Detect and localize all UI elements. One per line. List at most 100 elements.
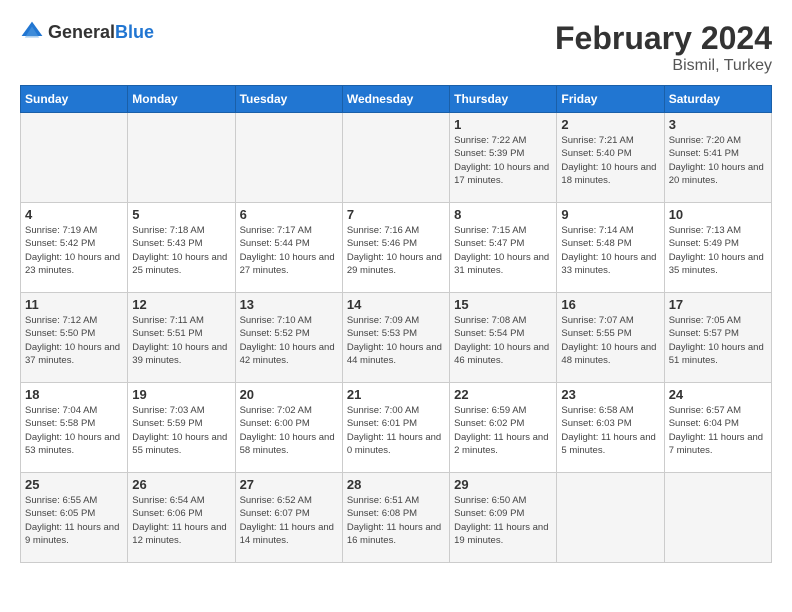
day-info: Sunrise: 7:14 AMSunset: 5:48 PMDaylight:…: [561, 224, 659, 277]
calendar-week-row: 11 Sunrise: 7:12 AMSunset: 5:50 PMDayligh…: [21, 293, 772, 383]
day-info: Sunrise: 6:54 AMSunset: 6:06 PMDaylight:…: [132, 494, 230, 547]
day-info: Sunrise: 6:51 AMSunset: 6:08 PMDaylight:…: [347, 494, 445, 547]
day-info: Sunrise: 7:04 AMSunset: 5:58 PMDaylight:…: [25, 404, 123, 457]
day-number: 11: [25, 297, 123, 312]
day-info: Sunrise: 6:57 AMSunset: 6:04 PMDaylight:…: [669, 404, 767, 457]
calendar-cell: 4Sunrise: 7:19 AMSunset: 5:42 PMDaylight…: [21, 203, 128, 293]
header-thursday: Thursday: [450, 86, 557, 113]
day-number: 26: [132, 477, 230, 492]
day-number: 21: [347, 387, 445, 402]
calendar-cell: 11 Sunrise: 7:12 AMSunset: 5:50 PMDayligh…: [21, 293, 128, 383]
calendar-cell: 12Sunrise: 7:11 AMSunset: 5:51 PMDayligh…: [128, 293, 235, 383]
calendar-table: SundayMondayTuesdayWednesdayThursdayFrid…: [20, 85, 772, 563]
calendar-week-row: 18 Sunrise: 7:04 AMSunset: 5:58 PMDayligh…: [21, 383, 772, 473]
header-saturday: Saturday: [664, 86, 771, 113]
calendar-cell: 21Sunrise: 7:00 AMSunset: 6:01 PMDayligh…: [342, 383, 449, 473]
header-tuesday: Tuesday: [235, 86, 342, 113]
main-title: February 2024: [555, 20, 772, 57]
calendar-cell: 28 Sunrise: 6:51 AMSunset: 6:08 PMDayligh…: [342, 473, 449, 563]
day-number: 20: [240, 387, 338, 402]
calendar-cell: [342, 113, 449, 203]
calendar-cell: 14Sunrise: 7:09 AMSunset: 5:53 PMDayligh…: [342, 293, 449, 383]
calendar-cell: [235, 113, 342, 203]
day-number: 22: [454, 387, 552, 402]
day-number: 6: [240, 207, 338, 222]
calendar-cell: [557, 473, 664, 563]
day-info: Sunrise: 7:16 AMSunset: 5:46 PMDaylight:…: [347, 224, 445, 277]
calendar-cell: 13 Sunrise: 7:10 AMSunset: 5:52 PMDayligh…: [235, 293, 342, 383]
calendar-cell: 2 Sunrise: 7:21 AMSunset: 5:40 PMDaylight…: [557, 113, 664, 203]
title-area: February 2024 Bismil, Turkey: [555, 20, 772, 75]
calendar-cell: 27 Sunrise: 6:52 AMSunset: 6:07 PMDayligh…: [235, 473, 342, 563]
header-wednesday: Wednesday: [342, 86, 449, 113]
day-info: Sunrise: 6:58 AMSunset: 6:03 PMDaylight:…: [561, 404, 659, 457]
day-info: Sunrise: 7:17 AMSunset: 5:44 PMDaylight:…: [240, 224, 338, 277]
calendar-cell: 20 Sunrise: 7:02 AMSunset: 6:00 PMDayligh…: [235, 383, 342, 473]
calendar-cell: 6 Sunrise: 7:17 AMSunset: 5:44 PMDaylight…: [235, 203, 342, 293]
calendar-cell: [128, 113, 235, 203]
day-number: 12: [132, 297, 230, 312]
day-number: 28: [347, 477, 445, 492]
day-info: Sunrise: 6:50 AMSunset: 6:09 PMDaylight:…: [454, 494, 552, 547]
day-number: 24: [669, 387, 767, 402]
day-number: 5: [132, 207, 230, 222]
day-number: 10: [669, 207, 767, 222]
calendar-cell: 18 Sunrise: 7:04 AMSunset: 5:58 PMDayligh…: [21, 383, 128, 473]
day-info: Sunrise: 6:52 AMSunset: 6:07 PMDaylight:…: [240, 494, 338, 547]
logo-general-text: General: [48, 22, 115, 42]
day-info: Sunrise: 6:55 AMSunset: 6:05 PMDaylight:…: [25, 494, 123, 547]
calendar-cell: 10 Sunrise: 7:13 AMSunset: 5:49 PMDayligh…: [664, 203, 771, 293]
day-number: 3: [669, 117, 767, 132]
day-info: Sunrise: 7:10 AMSunset: 5:52 PMDaylight:…: [240, 314, 338, 367]
logo: GeneralBlue: [20, 20, 154, 44]
calendar-cell: 16 Sunrise: 7:07 AMSunset: 5:55 PMDayligh…: [557, 293, 664, 383]
day-info: Sunrise: 7:05 AMSunset: 5:57 PMDaylight:…: [669, 314, 767, 367]
page-header: GeneralBlue February 2024 Bismil, Turkey: [20, 20, 772, 75]
day-info: Sunrise: 6:59 AMSunset: 6:02 PMDaylight:…: [454, 404, 552, 457]
day-number: 27: [240, 477, 338, 492]
calendar-cell: 24 Sunrise: 6:57 AMSunset: 6:04 PMDayligh…: [664, 383, 771, 473]
day-info: Sunrise: 7:19 AMSunset: 5:42 PMDaylight:…: [25, 224, 123, 277]
calendar-cell: 22 Sunrise: 6:59 AMSunset: 6:02 PMDayligh…: [450, 383, 557, 473]
day-number: 18: [25, 387, 123, 402]
calendar-week-row: 25 Sunrise: 6:55 AMSunset: 6:05 PMDayligh…: [21, 473, 772, 563]
header-sunday: Sunday: [21, 86, 128, 113]
day-info: Sunrise: 7:22 AMSunset: 5:39 PMDaylight:…: [454, 134, 552, 187]
day-number: 2: [561, 117, 659, 132]
day-number: 17: [669, 297, 767, 312]
calendar-cell: 3 Sunrise: 7:20 AMSunset: 5:41 PMDaylight…: [664, 113, 771, 203]
day-number: 9: [561, 207, 659, 222]
day-info: Sunrise: 7:15 AMSunset: 5:47 PMDaylight:…: [454, 224, 552, 277]
logo-blue-text: Blue: [115, 22, 154, 42]
calendar-cell: 17 Sunrise: 7:05 AMSunset: 5:57 PMDayligh…: [664, 293, 771, 383]
calendar-cell: 29Sunrise: 6:50 AMSunset: 6:09 PMDayligh…: [450, 473, 557, 563]
day-number: 8: [454, 207, 552, 222]
day-info: Sunrise: 7:13 AMSunset: 5:49 PMDaylight:…: [669, 224, 767, 277]
calendar-cell: 15Sunrise: 7:08 AMSunset: 5:54 PMDayligh…: [450, 293, 557, 383]
day-info: Sunrise: 7:08 AMSunset: 5:54 PMDaylight:…: [454, 314, 552, 367]
day-number: 25: [25, 477, 123, 492]
header-friday: Friday: [557, 86, 664, 113]
calendar-cell: 23 Sunrise: 6:58 AMSunset: 6:03 PMDayligh…: [557, 383, 664, 473]
calendar-cell: 19 Sunrise: 7:03 AMSunset: 5:59 PMDayligh…: [128, 383, 235, 473]
calendar-week-row: 1Sunrise: 7:22 AMSunset: 5:39 PMDaylight…: [21, 113, 772, 203]
day-info: Sunrise: 7:20 AMSunset: 5:41 PMDaylight:…: [669, 134, 767, 187]
day-info: Sunrise: 7:12 AMSunset: 5:50 PMDaylight:…: [25, 314, 123, 367]
day-info: Sunrise: 7:07 AMSunset: 5:55 PMDaylight:…: [561, 314, 659, 367]
day-info: Sunrise: 7:03 AMSunset: 5:59 PMDaylight:…: [132, 404, 230, 457]
day-number: 13: [240, 297, 338, 312]
calendar-cell: 5Sunrise: 7:18 AMSunset: 5:43 PMDaylight…: [128, 203, 235, 293]
day-number: 16: [561, 297, 659, 312]
day-info: Sunrise: 7:02 AMSunset: 6:00 PMDaylight:…: [240, 404, 338, 457]
calendar-week-row: 4Sunrise: 7:19 AMSunset: 5:42 PMDaylight…: [21, 203, 772, 293]
calendar-cell: 26 Sunrise: 6:54 AMSunset: 6:06 PMDayligh…: [128, 473, 235, 563]
calendar-cell: 7Sunrise: 7:16 AMSunset: 5:46 PMDaylight…: [342, 203, 449, 293]
day-number: 23: [561, 387, 659, 402]
logo-icon: [20, 20, 44, 44]
calendar-header-row: SundayMondayTuesdayWednesdayThursdayFrid…: [21, 86, 772, 113]
calendar-cell: 1Sunrise: 7:22 AMSunset: 5:39 PMDaylight…: [450, 113, 557, 203]
day-info: Sunrise: 7:09 AMSunset: 5:53 PMDaylight:…: [347, 314, 445, 367]
calendar-cell: [21, 113, 128, 203]
day-number: 19: [132, 387, 230, 402]
day-info: Sunrise: 7:21 AMSunset: 5:40 PMDaylight:…: [561, 134, 659, 187]
